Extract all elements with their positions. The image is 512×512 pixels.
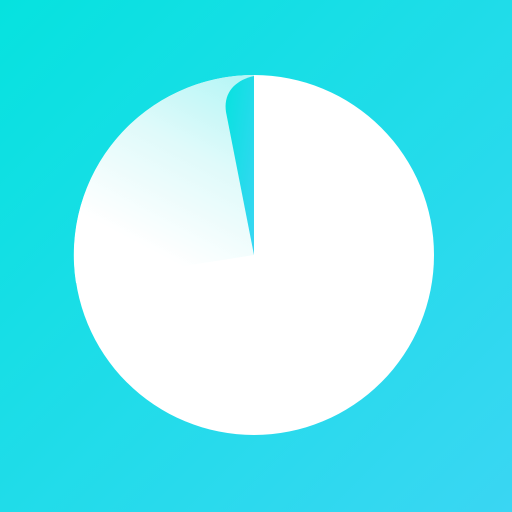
- app-icon: [0, 0, 512, 512]
- pie-timer-graphic: [0, 0, 512, 512]
